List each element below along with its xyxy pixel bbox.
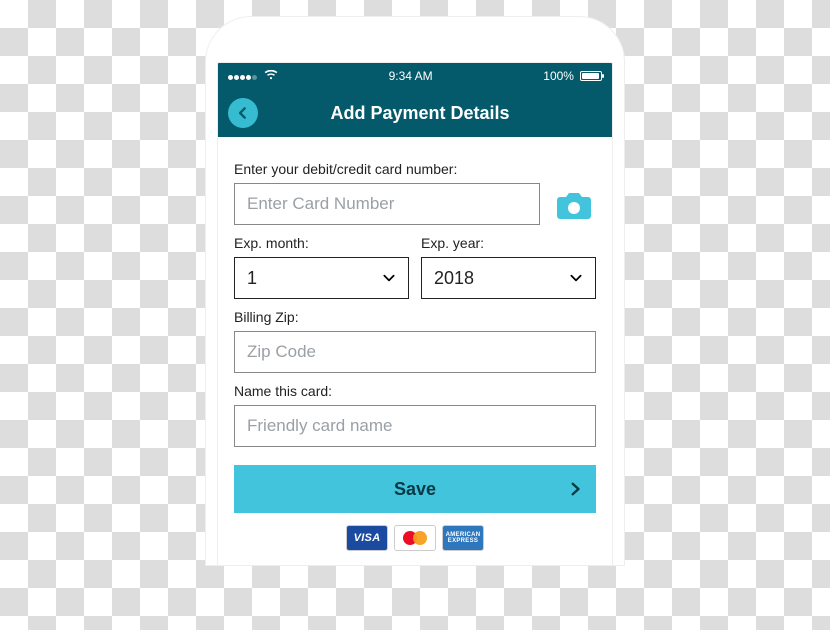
exp-month-label: Exp. month:: [234, 235, 409, 251]
form: Enter your debit/credit card number: Ent…: [218, 137, 612, 565]
card-nickname-input[interactable]: Friendly card name: [234, 405, 596, 447]
status-bar: 9:34 AM 100%: [218, 63, 612, 89]
exp-month-select[interactable]: 1: [234, 257, 409, 299]
visa-logo: VISA: [346, 525, 388, 551]
exp-year-value: 2018: [434, 268, 474, 289]
page-header: Add Payment Details: [218, 89, 612, 137]
screen: 9:34 AM 100% Add Payment Details Enter y…: [217, 62, 613, 566]
exp-year-label: Exp. year:: [421, 235, 596, 251]
battery-percent: 100%: [543, 69, 574, 83]
chevron-down-icon: [569, 271, 583, 285]
card-number-label: Enter your debit/credit card number:: [234, 161, 596, 177]
save-button-label: Save: [394, 479, 436, 500]
battery-icon: [580, 71, 602, 81]
phone-frame: 9:34 AM 100% Add Payment Details Enter y…: [205, 16, 625, 566]
billing-zip-input[interactable]: Zip Code: [234, 331, 596, 373]
chevron-right-icon: [568, 480, 582, 498]
scan-card-button[interactable]: [552, 185, 596, 221]
chevron-left-icon: [236, 106, 250, 120]
page-title: Add Payment Details: [268, 103, 572, 124]
status-time: 9:34 AM: [389, 69, 433, 83]
exp-year-select[interactable]: 2018: [421, 257, 596, 299]
save-button[interactable]: Save: [234, 465, 596, 513]
exp-month-value: 1: [247, 268, 257, 289]
signal-dots-icon: [228, 69, 258, 83]
billing-zip-label: Billing Zip:: [234, 309, 596, 325]
amex-logo: AMERICAN EXPRESS: [442, 525, 484, 551]
wifi-icon: [264, 69, 278, 83]
card-number-input[interactable]: Enter Card Number: [234, 183, 540, 225]
back-button[interactable]: [228, 98, 258, 128]
chevron-down-icon: [382, 271, 396, 285]
camera-icon: [554, 189, 594, 221]
card-brand-logos: VISA AMERICAN EXPRESS: [234, 513, 596, 555]
mastercard-logo: [394, 525, 436, 551]
name-card-label: Name this card:: [234, 383, 596, 399]
